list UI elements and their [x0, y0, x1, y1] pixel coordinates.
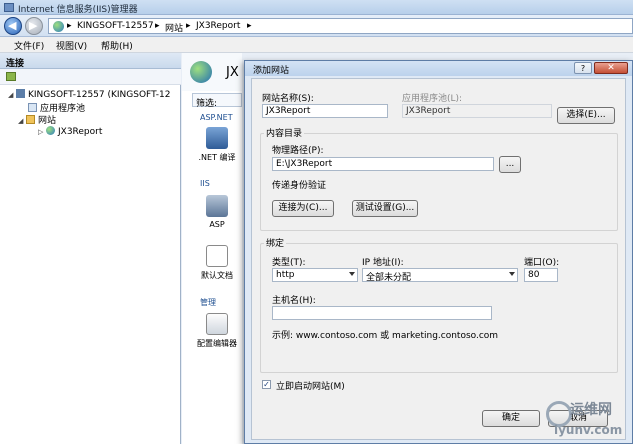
- connect-as-button[interactable]: 连接为(C)...: [272, 200, 334, 217]
- address-bar: ◀ ▶ ▸ KINGSOFT-12557 ▸ 网站 ▸ JX3Report ▸: [0, 15, 633, 37]
- menu-help[interactable]: 帮助(H): [101, 39, 133, 52]
- breadcrumb-item-server[interactable]: KINGSOFT-12557: [77, 21, 154, 31]
- dropdown-arrow-icon: [509, 272, 515, 276]
- watermark-line1: 运维网: [570, 402, 612, 418]
- physical-path-label: 物理路径(P):: [272, 146, 324, 156]
- menu-view[interactable]: 视图(V): [56, 39, 87, 52]
- menu-file[interactable]: 文件(F): [14, 39, 44, 52]
- group-aspnet[interactable]: ASP.NET: [200, 113, 233, 122]
- site-globe-icon: [190, 61, 212, 83]
- ip-address-select[interactable]: 全部未分配: [362, 268, 518, 283]
- site-name-label: 网站名称(S):: [262, 94, 314, 104]
- example-text: 示例: www.contoso.com 或 marketing.contoso.…: [272, 331, 499, 341]
- filter-bar[interactable]: 筛选:: [192, 93, 242, 109]
- dialog-title-bar: 添加网站 ? ✕: [245, 61, 632, 76]
- folder-icon: [26, 115, 35, 124]
- globe-icon: [53, 21, 64, 32]
- breadcrumb-separator: ▸: [67, 21, 72, 31]
- forward-arrow-icon: ▶: [29, 19, 38, 32]
- window-title: Internet 信息服务(IIS)管理器: [18, 5, 138, 15]
- breadcrumb-item-sites[interactable]: 网站: [165, 21, 183, 34]
- breadcrumb-separator: ▸: [155, 21, 160, 31]
- browse-button[interactable]: ...: [499, 156, 521, 173]
- server-icon: [16, 89, 25, 98]
- group-iis[interactable]: IIS: [200, 179, 210, 188]
- ok-button[interactable]: 确定: [482, 410, 540, 427]
- ip-address-label: IP 地址(I):: [362, 258, 404, 268]
- group-management[interactable]: 管理: [200, 297, 216, 308]
- forward-button[interactable]: ▶: [25, 17, 43, 35]
- app-pool-icon: [28, 103, 37, 112]
- collapse-icon[interactable]: ◢: [18, 117, 26, 125]
- feature-default-document[interactable]: 默认文档: [192, 245, 242, 281]
- connections-panel: 连接 ◢ KINGSOFT-12557 (KINGSOFT-12 应用程序池 ◢ 网…: [0, 53, 181, 444]
- site-name-input[interactable]: JX3Report: [262, 104, 388, 118]
- page-title: JX: [226, 65, 239, 80]
- select-app-pool-button[interactable]: 选择(E)...: [557, 107, 615, 124]
- watermark: 运维网 iyunv.com: [540, 395, 632, 443]
- dialog-body: 网站名称(S): JX3Report 应用程序池(L): JX3Report 选…: [251, 78, 626, 440]
- features-header: JX: [182, 53, 242, 91]
- binding-title: 绑定: [264, 236, 287, 249]
- config-editor-icon: [206, 313, 228, 335]
- breadcrumb-separator: ▸: [186, 21, 191, 31]
- dropdown-arrow-icon: [349, 272, 355, 276]
- app-pool-field: JX3Report: [402, 104, 552, 118]
- compile-icon: [206, 127, 228, 149]
- back-arrow-icon: ◀: [8, 19, 17, 32]
- close-button[interactable]: ✕: [594, 62, 628, 74]
- passthrough-auth-label: 传递身份验证: [272, 181, 327, 191]
- tree-item-sites[interactable]: ◢ 网站: [18, 113, 56, 126]
- tree-item-site[interactable]: ▷ JX3Report: [38, 126, 102, 137]
- help-button[interactable]: ?: [574, 62, 592, 74]
- tree-item-server[interactable]: ◢ KINGSOFT-12557 (KINGSOFT-12: [8, 89, 170, 100]
- port-input[interactable]: 80: [524, 268, 558, 282]
- connections-toolbar: [0, 69, 181, 85]
- port-label: 端口(O):: [524, 258, 560, 268]
- globe-icon: [46, 126, 55, 135]
- breadcrumb[interactable]: ▸ KINGSOFT-12557 ▸ 网站 ▸ JX3Report ▸: [48, 18, 633, 34]
- back-button[interactable]: ◀: [4, 17, 22, 35]
- start-immediately-checkbox[interactable]: ✓: [262, 380, 271, 389]
- document-icon: [206, 245, 228, 267]
- watermark-line2: iyunv.com: [554, 423, 623, 437]
- add-website-dialog: 添加网站 ? ✕ 网站名称(S): JX3Report 应用程序池(L): JX…: [244, 60, 633, 444]
- physical-path-input[interactable]: E:\JX3Report: [272, 157, 494, 171]
- connections-header: 连接: [0, 53, 181, 69]
- window-title-bar: Internet 信息服务(IIS)管理器: [0, 0, 633, 15]
- asp-icon: [206, 195, 228, 217]
- iis-app-icon: [4, 3, 14, 12]
- features-view: JX 筛选: ASP.NET .NET 编译 IIS ASP 默认文档 管理 配…: [182, 53, 242, 444]
- feature-net-compilation[interactable]: .NET 编译: [192, 127, 242, 163]
- breadcrumb-separator: ▸: [247, 21, 252, 31]
- start-immediately-label[interactable]: 立即启动网站(M): [276, 379, 345, 392]
- host-name-label: 主机名(H):: [272, 296, 316, 306]
- breadcrumb-item-site[interactable]: JX3Report: [196, 21, 240, 31]
- host-name-input[interactable]: [272, 306, 492, 320]
- test-settings-button[interactable]: 测试设置(G)...: [352, 200, 418, 217]
- collapse-icon[interactable]: ◢: [8, 91, 16, 99]
- feature-asp[interactable]: ASP: [192, 195, 242, 229]
- dialog-title: 添加网站: [253, 66, 290, 76]
- binding-type-select[interactable]: http: [272, 268, 358, 282]
- binding-type-label: 类型(T):: [272, 258, 306, 268]
- expand-icon[interactable]: ▷: [38, 128, 46, 136]
- new-connection-icon[interactable]: [6, 72, 16, 81]
- content-directory-title: 内容目录: [264, 126, 305, 139]
- filter-label: 筛选:: [196, 99, 218, 109]
- feature-config-editor[interactable]: 配置编辑器: [192, 313, 242, 349]
- app-pool-label: 应用程序池(L):: [402, 94, 463, 104]
- menu-bar: 文件(F) 视图(V) 帮助(H): [0, 37, 633, 53]
